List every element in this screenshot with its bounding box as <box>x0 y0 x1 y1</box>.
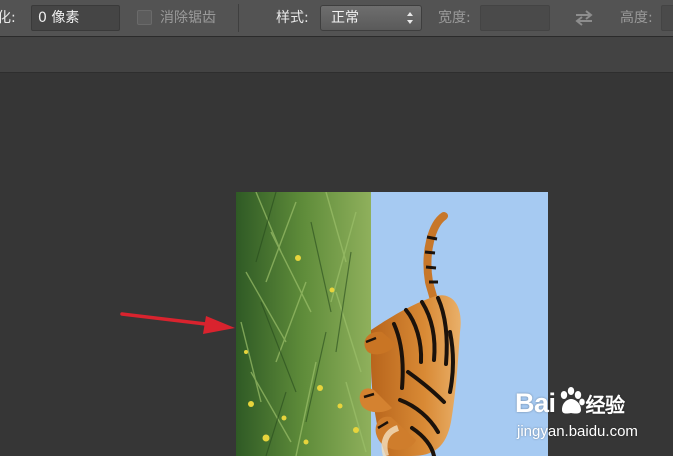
style-select-value: 正常 <box>331 10 359 26</box>
width-label: 宽度: <box>438 10 471 26</box>
swap-arrows-icon[interactable] <box>573 8 595 28</box>
feather-label: 化: <box>0 10 16 26</box>
tiger-photo[interactable] <box>236 192 548 456</box>
document-tab-strip <box>0 37 673 73</box>
tiger-image <box>236 192 548 456</box>
chevron-updown-icon <box>407 12 413 24</box>
antialias-label: 消除锯齿 <box>160 10 216 26</box>
height-label: 高度: <box>620 10 653 26</box>
red-arrow-annotation <box>120 312 235 334</box>
style-select[interactable]: 正常 <box>320 5 422 31</box>
width-input[interactable] <box>480 5 550 31</box>
antialias-checkbox[interactable] <box>137 10 152 25</box>
options-bar: 化: 0 像素 消除锯齿 样式: 正常 宽度: 高度: <box>0 0 673 37</box>
photoshop-window: 化: 0 像素 消除锯齿 样式: 正常 宽度: 高度: Bai 经验 jingy… <box>0 0 673 456</box>
style-label: 样式: <box>276 10 309 26</box>
feather-input[interactable]: 0 像素 <box>31 5 120 31</box>
toolbar-separator <box>238 4 239 32</box>
height-input[interactable] <box>661 5 673 31</box>
